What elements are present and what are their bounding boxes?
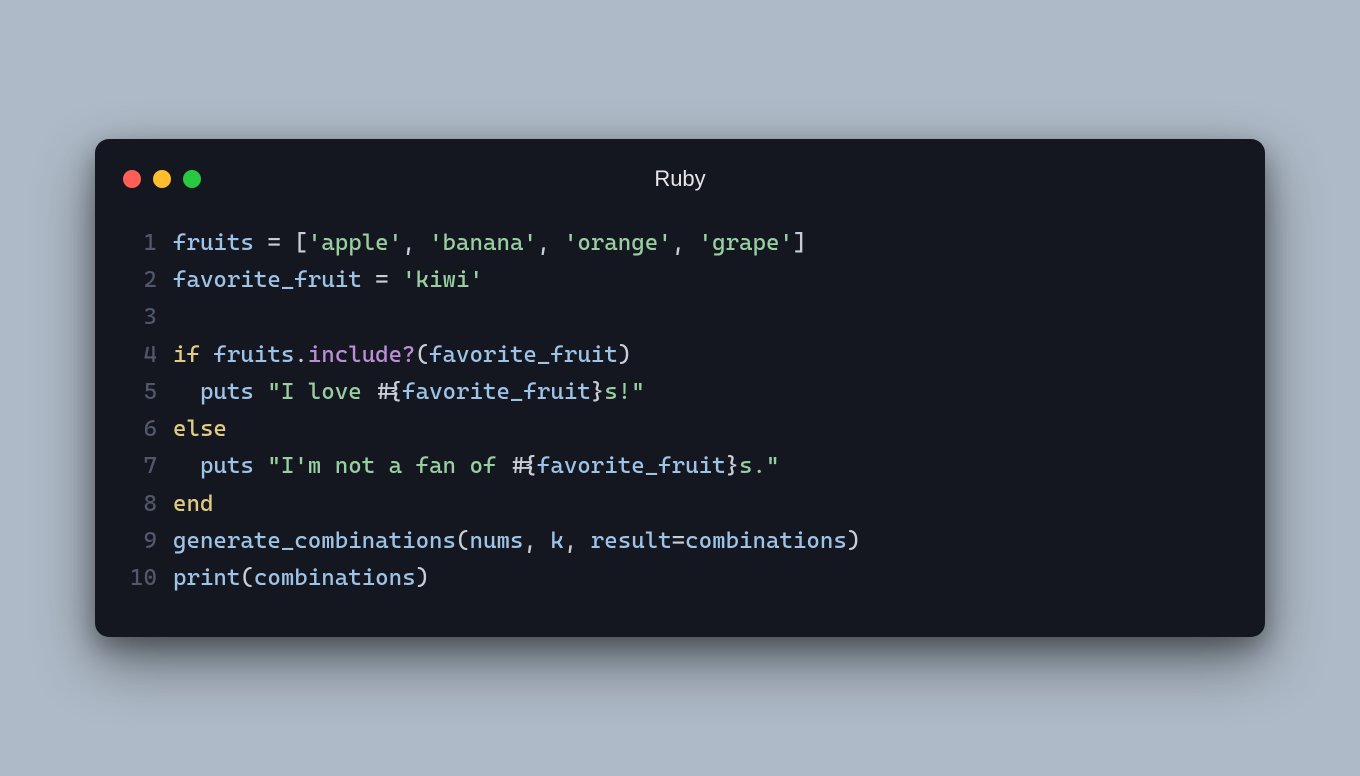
code-window: Ruby 1fruits = ['apple', 'banana', 'oran…: [95, 139, 1265, 638]
line-number: 4: [123, 337, 173, 374]
code-token: include?: [308, 342, 416, 368]
code-token: combinations: [685, 528, 847, 554]
code-token: }: [726, 453, 739, 479]
line-content: puts "I love #{favorite_fruit}s!": [173, 374, 645, 411]
code-token: (: [416, 342, 429, 368]
line-number: 1: [123, 225, 173, 262]
code-token: (: [456, 528, 469, 554]
line-number: 8: [123, 486, 173, 523]
maximize-icon[interactable]: [183, 170, 201, 188]
code-line: 9generate_combinations(nums, k, result=c…: [123, 523, 1237, 560]
code-editor[interactable]: 1fruits = ['apple', 'banana', 'orange', …: [123, 225, 1237, 598]
code-line: 3: [123, 299, 1237, 336]
code-token: if: [173, 342, 200, 368]
window-title: Ruby: [123, 166, 1237, 192]
code-token: favorite_fruit: [173, 267, 375, 293]
code-token: ,: [523, 528, 550, 554]
code-token: s.": [739, 453, 779, 479]
code-token: nums: [470, 528, 524, 554]
code-token: .: [294, 342, 307, 368]
code-token: favorite_fruit: [402, 379, 591, 405]
code-token: "I'm not a fan of: [267, 453, 510, 479]
code-line: 10print(combinations): [123, 560, 1237, 597]
line-content: generate_combinations(nums, k, result=co…: [173, 523, 860, 560]
line-content: end: [173, 486, 213, 523]
code-token: combinations: [254, 565, 416, 591]
code-token: print: [173, 565, 240, 591]
code-token: s!": [604, 379, 644, 405]
code-token: 'orange': [564, 230, 672, 256]
code-line: 4if fruits.include?(favorite_fruit): [123, 337, 1237, 374]
code-token: puts: [173, 379, 267, 405]
code-token: fruits: [173, 230, 267, 256]
code-token: end: [173, 491, 213, 517]
line-number: 9: [123, 523, 173, 560]
code-line: 5 puts "I love #{favorite_fruit}s!": [123, 374, 1237, 411]
code-token: favorite_fruit: [429, 342, 618, 368]
line-number: 10: [123, 560, 173, 597]
code-token: ,: [402, 230, 429, 256]
code-token: puts: [173, 453, 267, 479]
line-content: else: [173, 411, 227, 448]
code-line: 7 puts "I'm not a fan of #{favorite_frui…: [123, 448, 1237, 485]
code-line: 8end: [123, 486, 1237, 523]
line-number: 3: [123, 299, 173, 336]
code-token: =: [672, 528, 685, 554]
code-token: }: [591, 379, 604, 405]
code-token: = [: [267, 230, 307, 256]
traffic-lights: [123, 170, 201, 188]
code-token: #{: [375, 379, 402, 405]
code-token: 'grape': [699, 230, 793, 256]
code-token: ]: [793, 230, 806, 256]
line-number: 7: [123, 448, 173, 485]
code-token: ): [416, 565, 429, 591]
code-token: 'apple': [308, 230, 402, 256]
code-token: ): [847, 528, 860, 554]
line-content: [173, 299, 186, 336]
code-token: k: [550, 528, 563, 554]
code-token: 'kiwi': [402, 267, 483, 293]
code-token: 'banana': [429, 230, 537, 256]
line-number: 6: [123, 411, 173, 448]
line-content: favorite_fruit = 'kiwi': [173, 262, 483, 299]
code-token: (: [240, 565, 253, 591]
line-content: if fruits.include?(favorite_fruit): [173, 337, 631, 374]
code-token: "I love: [267, 379, 375, 405]
code-token: ,: [564, 528, 591, 554]
code-token: ,: [672, 230, 699, 256]
window-titlebar: Ruby: [123, 163, 1237, 195]
code-token: favorite_fruit: [537, 453, 726, 479]
code-token: ,: [537, 230, 564, 256]
code-token: result: [591, 528, 672, 554]
code-token: #{: [510, 453, 537, 479]
code-line: 6else: [123, 411, 1237, 448]
code-token: else: [173, 416, 227, 442]
line-content: fruits = ['apple', 'banana', 'orange', '…: [173, 225, 806, 262]
code-token: generate_combinations: [173, 528, 456, 554]
minimize-icon[interactable]: [153, 170, 171, 188]
code-line: 1fruits = ['apple', 'banana', 'orange', …: [123, 225, 1237, 262]
line-content: puts "I'm not a fan of #{favorite_fruit}…: [173, 448, 779, 485]
code-line: 2favorite_fruit = 'kiwi': [123, 262, 1237, 299]
code-token: ): [618, 342, 631, 368]
code-token: fruits: [200, 342, 294, 368]
line-content: print(combinations): [173, 560, 429, 597]
code-token: =: [375, 267, 402, 293]
line-number: 5: [123, 374, 173, 411]
close-icon[interactable]: [123, 170, 141, 188]
line-number: 2: [123, 262, 173, 299]
